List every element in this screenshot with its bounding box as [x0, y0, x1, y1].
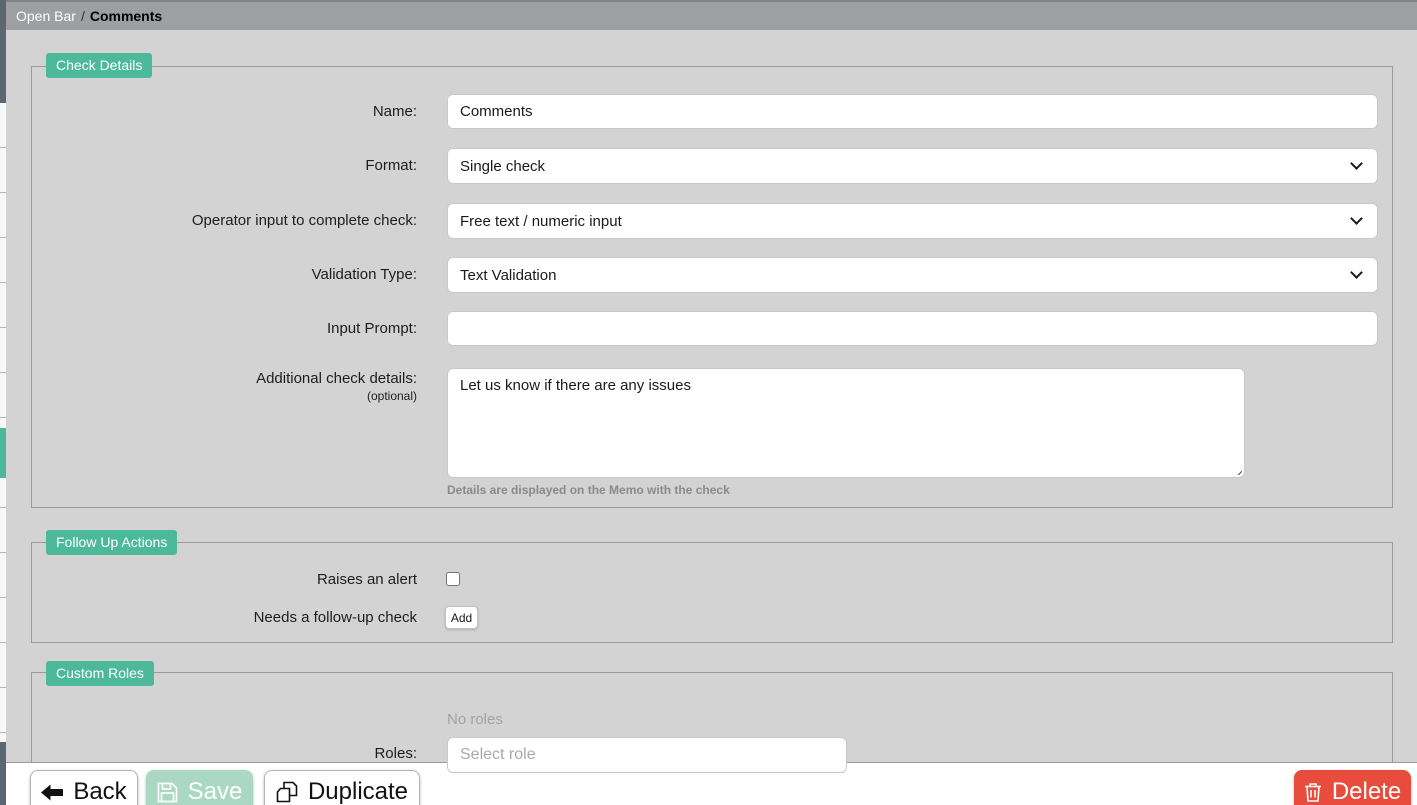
app-screen: Open Bar / Comments Check Details Name: … [0, 0, 1417, 805]
raises-alert-checkbox[interactable] [446, 572, 460, 586]
sidebar-collapsed-bottom [0, 742, 6, 805]
add-follow-up-button[interactable]: Add [445, 606, 478, 629]
role-select-placeholder: Select role [460, 746, 536, 764]
breadcrumb-parent[interactable]: Open Bar [16, 8, 76, 24]
back-arrow-icon [41, 784, 63, 801]
breadcrumb-current: Comments [90, 8, 162, 24]
sidebar-active-item[interactable] [0, 428, 6, 478]
operator-input-select[interactable]: Free text / numeric input [447, 203, 1378, 239]
operator-input-label: Operator input to complete check: [41, 212, 417, 229]
input-prompt-label: Input Prompt: [41, 320, 417, 337]
delete-icon [1304, 782, 1322, 802]
duplicate-icon [276, 781, 298, 803]
additional-details-label: Additional check details: (optional) [41, 370, 417, 403]
save-icon [157, 782, 178, 803]
sidebar-collapsed-menu [0, 103, 6, 742]
additional-details-label-text: Additional check details: [256, 370, 417, 387]
format-select-value: Single check [460, 158, 545, 175]
custom-roles-legend: Custom Roles [46, 661, 154, 686]
follow-up-actions-fieldset [31, 542, 1393, 643]
validation-type-select-value: Text Validation [460, 267, 556, 284]
role-select[interactable]: Select role [447, 737, 847, 773]
chevron-down-icon [1350, 266, 1363, 279]
roles-label: Roles: [41, 745, 417, 762]
additional-details-optional-text: (optional) [41, 389, 417, 403]
back-button[interactable]: Back [30, 770, 138, 805]
follow-up-check-label: Needs a follow-up check [41, 609, 417, 626]
chevron-down-icon [1350, 157, 1363, 170]
input-prompt-input[interactable] [447, 311, 1378, 346]
check-details-legend: Check Details [46, 53, 152, 78]
name-label: Name: [41, 103, 417, 120]
chevron-down-icon [1350, 212, 1363, 225]
back-button-label: Back [73, 778, 126, 805]
breadcrumb-separator: / [81, 8, 85, 24]
raises-alert-label: Raises an alert [41, 571, 417, 588]
sidebar-collapsed-top [0, 0, 6, 103]
top-bar: Open Bar / Comments [0, 0, 1417, 30]
no-roles-text: No roles [447, 711, 503, 728]
validation-type-select[interactable]: Text Validation [447, 257, 1378, 293]
delete-button-label: Delete [1332, 778, 1401, 805]
duplicate-button-label: Duplicate [308, 778, 408, 805]
operator-input-select-value: Free text / numeric input [460, 213, 622, 230]
delete-button[interactable]: Delete [1294, 770, 1411, 805]
save-button-label: Save [188, 778, 243, 805]
additional-details-textarea[interactable]: Let us know if there are any issues [447, 368, 1245, 478]
additional-details-helper: Details are displayed on the Memo with t… [447, 483, 730, 497]
validation-type-label: Validation Type: [41, 266, 417, 283]
additional-details-textarea-wrap: Let us know if there are any issues [447, 368, 1245, 478]
save-button[interactable]: Save [146, 770, 253, 805]
format-label: Format: [41, 157, 417, 174]
follow-up-actions-legend: Follow Up Actions [46, 530, 177, 555]
duplicate-button[interactable]: Duplicate [264, 770, 420, 805]
name-input[interactable] [447, 94, 1378, 129]
format-select[interactable]: Single check [447, 148, 1378, 184]
